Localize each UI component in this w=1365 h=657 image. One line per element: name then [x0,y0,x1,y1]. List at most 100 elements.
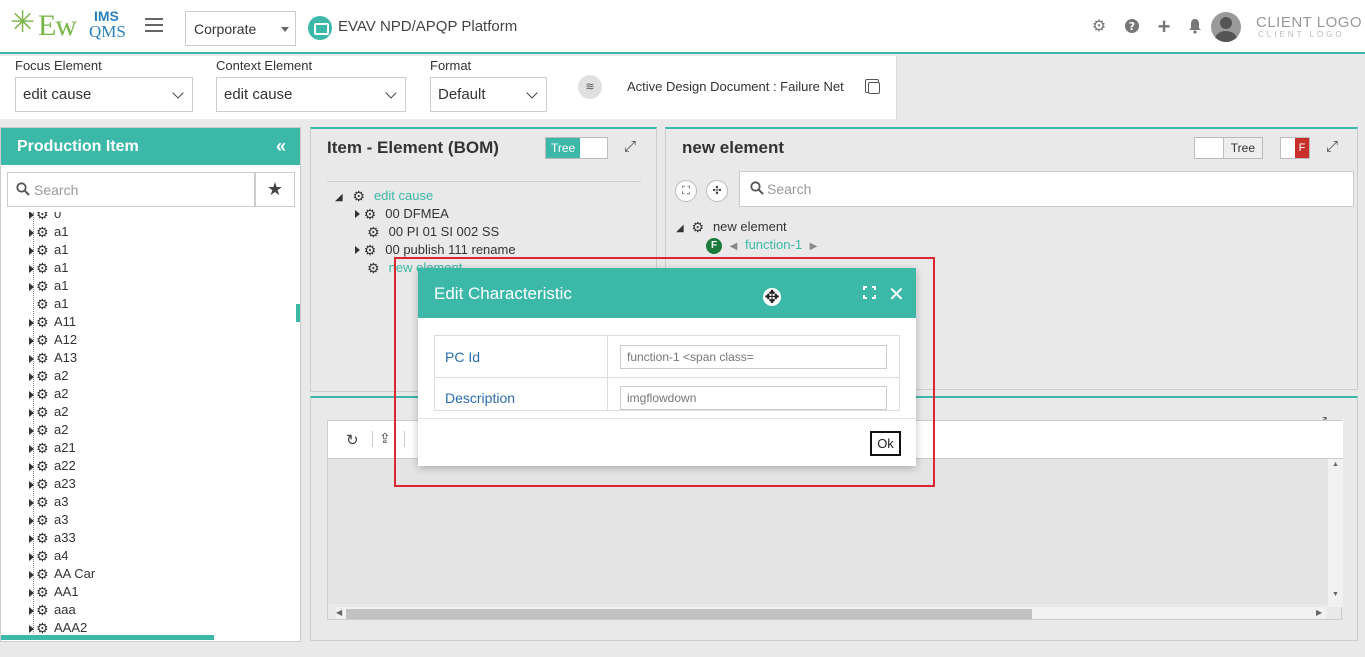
pc-id-input[interactable]: function-1 <span class= [620,345,887,369]
tree-item[interactable]: ⚙ a3 [29,512,68,530]
ewqms-logo[interactable]: ✳ Ew IMS QMS [10,8,132,44]
tree-item[interactable]: ⚙ a2 [29,386,68,404]
tree-item[interactable]: ⚙ a33 [29,530,76,548]
tree-item[interactable]: ⚙ aaa [29,602,76,620]
expand-triangle-icon[interactable] [29,282,34,291]
scroll-down-icon[interactable]: ▼ [1332,591,1339,598]
expand-icon[interactable]: ⤢ [624,138,636,155]
help-icon[interactable]: ? [1123,18,1141,36]
chevron-down-icon [526,87,538,99]
tree-item[interactable]: ⚙ a2 [29,404,68,422]
description-input[interactable]: imgflowdown [620,386,887,410]
horizontal-scrollbar[interactable] [1,635,214,640]
expand-triangle-icon[interactable] [29,498,34,507]
avatar[interactable] [1211,12,1241,42]
tree-item[interactable]: ⚙ a2 [29,368,68,386]
copy-icon[interactable] [865,79,880,94]
tree-item[interactable]: ⚙ a1 [29,260,68,278]
expand-triangle-icon[interactable] [29,354,34,363]
expand-triangle-icon[interactable] [29,408,34,417]
expand-triangle-icon[interactable] [29,372,34,381]
scroll-right-icon[interactable]: ▶ [1316,608,1322,617]
vertical-scrollbar[interactable] [296,304,300,322]
tree-item[interactable]: ⚙ A11 [29,314,76,332]
expand-triangle-icon[interactable] [29,228,34,237]
bom-child-node[interactable]: ⚙ 00 PI 01 SI 002 SS [367,224,499,241]
favorites-star-icon[interactable]: ★ [255,172,295,207]
expand-triangle-icon[interactable] [29,390,34,399]
expand-triangle-icon[interactable] [29,606,34,615]
tree-item[interactable]: ⚙ a23 [29,476,76,494]
expand-triangle-icon[interactable] [29,318,34,327]
tree-item[interactable]: ⚙ a1 [29,278,68,296]
expand-triangle-icon[interactable] [29,588,34,597]
tree-item[interactable]: ⚙ a21 [29,440,76,458]
hamburger-menu-icon[interactable] [145,18,163,32]
expand-triangle-icon[interactable] [29,426,34,435]
tree-item[interactable]: ⚙ AAA2 [29,620,87,636]
focus-element-select[interactable]: edit cause [15,77,193,112]
expand-triangle-icon[interactable] [29,212,34,219]
tree-item[interactable]: ⚙ a3 [29,494,68,512]
tree-item[interactable]: ⚙ AA1 [29,584,79,602]
tree-item[interactable]: ⚙ a1 [29,224,68,242]
scroll-up-icon[interactable]: ▲ [1332,461,1339,468]
close-icon[interactable]: ✕ [888,282,905,307]
tree-item[interactable]: ⚙ a1 [29,242,68,260]
tree-item[interactable]: ⚙ a1 [29,296,68,314]
layers-icon[interactable]: ≋ [578,75,602,99]
expand-triangle-icon[interactable] [29,264,34,273]
expand-triangle-icon[interactable] [29,624,34,633]
gear-icon[interactable]: ⚙ [1090,18,1108,36]
expand-triangle-icon[interactable] [29,462,34,471]
collapse-icon[interactable]: « [276,136,286,157]
chevron-right-icon[interactable]: ▶ [810,241,818,252]
tree-item[interactable]: ⚙ A12 [29,332,77,350]
expand-triangle-icon[interactable] [29,246,34,255]
element-search[interactable]: Search [739,171,1354,207]
element-tree-toggle[interactable]: Tree [1194,137,1263,159]
format-select[interactable]: Default [430,77,547,112]
expand-all-icon[interactable]: ⛶ [675,180,697,202]
horizontal-scrollbar[interactable]: ◀ ▶ [336,607,1326,619]
collapse-all-icon[interactable]: ✣ [706,180,728,202]
tree-item[interactable]: ⚙ 0 [29,212,61,224]
expand-icon[interactable]: ⤢ [1326,138,1338,155]
function-toggle[interactable]: F [1280,137,1310,159]
chevron-left-icon[interactable]: ◀ [730,241,738,252]
bom-child-node[interactable]: ⚙ 00 DFMEA [355,206,449,223]
corporate-select[interactable]: Corporate [185,11,296,46]
ok-button[interactable]: Ok [870,431,901,456]
scroll-left-icon[interactable]: ◀ [336,608,342,617]
tree-item[interactable]: ⚙ AA Car [29,566,95,584]
tree-item[interactable]: ⚙ A13 [29,350,77,368]
bom-root-node[interactable]: ◢ ⚙ edit cause [335,188,433,205]
production-item-search[interactable]: Search [7,172,255,207]
focus-element-label: Focus Element [15,58,102,73]
expand-triangle-icon[interactable] [29,336,34,345]
refresh-icon[interactable]: ↻ [346,431,359,449]
expand-triangle-icon[interactable] [29,570,34,579]
move-icon[interactable]: ✥ [763,288,781,306]
tree-item-label: AA1 [54,584,79,599]
bell-icon[interactable] [1186,18,1204,36]
function-node[interactable]: F ◀ function-1 ▶ [706,237,817,254]
element-root-node[interactable]: ◢ ⚙ new element [676,219,787,236]
vertical-scrollbar[interactable]: ▲ ▼ [1328,459,1343,607]
tree-item[interactable]: ⚙ a2 [29,422,68,440]
expand-triangle-icon[interactable] [29,480,34,489]
horizontal-scroll-thumb[interactable] [346,609,1032,619]
expand-triangle-icon[interactable] [29,534,34,543]
bom-tree-toggle[interactable]: Tree [545,137,608,159]
dialog-header[interactable]: Edit Characteristic ✥ ✕ [418,268,916,318]
upload-icon[interactable]: ⇪ [379,430,391,447]
expand-triangle-icon[interactable] [29,444,34,453]
tree-item[interactable]: ⚙ a4 [29,548,68,566]
tree-item[interactable]: ⚙ a22 [29,458,76,476]
context-element-select[interactable]: edit cause [216,77,406,112]
maximize-icon[interactable] [863,286,876,299]
expand-triangle-icon[interactable] [29,552,34,561]
expand-triangle-icon[interactable] [29,516,34,525]
client-logo: CLIENT LOGO [1256,14,1363,31]
plus-icon[interactable]: + [1155,16,1173,38]
